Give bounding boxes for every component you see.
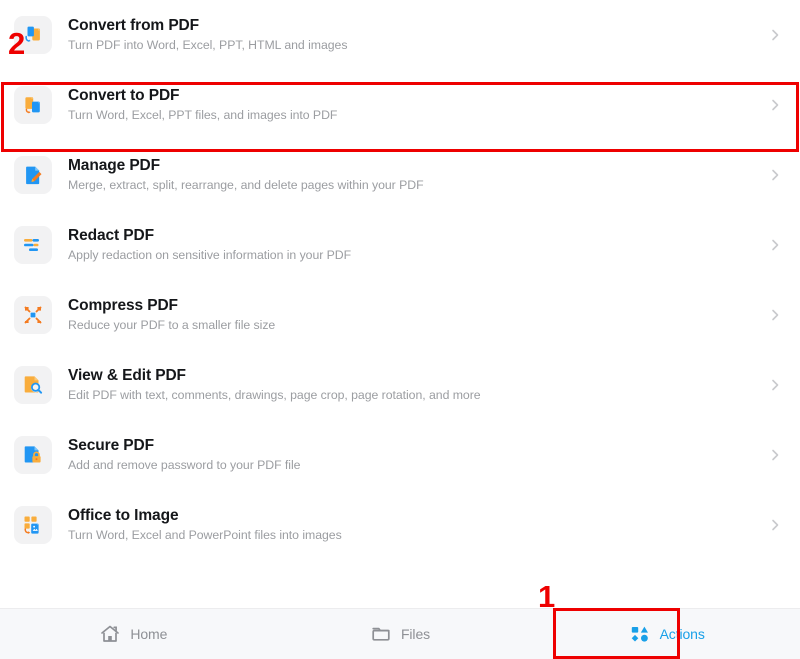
row-text: Secure PDF Add and remove password to yo… xyxy=(68,436,758,474)
action-row-manage-pdf[interactable]: Manage PDF Merge, extract, split, rearra… xyxy=(0,140,800,210)
action-subtitle: Turn Word, Excel, PPT files, and images … xyxy=(68,108,338,122)
action-title: Redact PDF xyxy=(68,227,154,244)
action-subtitle: Add and remove password to your PDF file xyxy=(68,458,301,472)
chevron-right-icon[interactable] xyxy=(768,168,782,182)
action-subtitle: Merge, extract, split, rearrange, and de… xyxy=(68,178,424,192)
chevron-right-icon[interactable] xyxy=(768,28,782,42)
row-text: Manage PDF Merge, extract, split, rearra… xyxy=(68,156,758,194)
chevron-right-icon[interactable] xyxy=(768,378,782,392)
chevron-right-icon[interactable] xyxy=(768,448,782,462)
action-title: Compress PDF xyxy=(68,297,178,314)
redact-pdf-icon xyxy=(14,226,52,264)
shapes-icon xyxy=(629,623,651,645)
action-title: Convert to PDF xyxy=(68,87,180,104)
action-title: View & Edit PDF xyxy=(68,367,186,384)
manage-pdf-icon xyxy=(14,156,52,194)
action-title: Office to Image xyxy=(68,507,179,524)
app-screen: Convert from PDF Turn PDF into Word, Exc… xyxy=(0,0,800,659)
action-list: Convert from PDF Turn PDF into Word, Exc… xyxy=(0,0,800,608)
action-subtitle: Edit PDF with text, comments, drawings, … xyxy=(68,388,481,402)
tab-home[interactable]: Home xyxy=(0,609,267,659)
action-row-view-edit-pdf[interactable]: View & Edit PDF Edit PDF with text, comm… xyxy=(0,350,800,420)
tab-actions[interactable]: Actions xyxy=(533,609,800,659)
office-to-image-icon xyxy=(14,506,52,544)
secure-pdf-icon xyxy=(14,436,52,474)
chevron-right-icon[interactable] xyxy=(768,518,782,532)
action-title: Convert from PDF xyxy=(68,17,200,34)
action-row-office-to-image[interactable]: Office to Image Turn Word, Excel and Pow… xyxy=(0,490,800,560)
bottom-tab-bar: Home Files Actions xyxy=(0,608,800,659)
action-row-convert-to-pdf[interactable]: Convert to PDF Turn Word, Excel, PPT fil… xyxy=(0,70,800,140)
row-text: Convert to PDF Turn Word, Excel, PPT fil… xyxy=(68,86,758,124)
action-row-convert-from-pdf[interactable]: Convert from PDF Turn PDF into Word, Exc… xyxy=(0,0,800,70)
action-subtitle: Apply redaction on sensitive information… xyxy=(68,248,352,262)
tab-label: Files xyxy=(400,626,431,642)
folder-icon xyxy=(370,623,392,645)
row-text: Convert from PDF Turn PDF into Word, Exc… xyxy=(68,16,758,54)
convert-to-pdf-icon xyxy=(14,86,52,124)
chevron-right-icon[interactable] xyxy=(768,98,782,112)
row-text: Office to Image Turn Word, Excel and Pow… xyxy=(68,506,758,544)
action-row-redact-pdf[interactable]: Redact PDF Apply redaction on sensitive … xyxy=(0,210,800,280)
tab-label: Actions xyxy=(659,626,705,642)
action-subtitle: Turn Word, Excel and PowerPoint files in… xyxy=(68,528,342,542)
action-row-compress-pdf[interactable]: Compress PDF Reduce your PDF to a smalle… xyxy=(0,280,800,350)
row-text: Compress PDF Reduce your PDF to a smalle… xyxy=(68,296,758,334)
home-icon xyxy=(99,623,121,645)
action-title: Manage PDF xyxy=(68,157,161,174)
row-text: View & Edit PDF Edit PDF with text, comm… xyxy=(68,366,758,404)
chevron-right-icon[interactable] xyxy=(768,238,782,252)
action-title: Secure PDF xyxy=(68,437,155,454)
action-subtitle: Turn PDF into Word, Excel, PPT, HTML and… xyxy=(68,38,348,52)
view-edit-pdf-icon xyxy=(14,366,52,404)
action-subtitle: Reduce your PDF to a smaller file size xyxy=(68,318,276,332)
action-row-secure-pdf[interactable]: Secure PDF Add and remove password to yo… xyxy=(0,420,800,490)
chevron-right-icon[interactable] xyxy=(768,308,782,322)
convert-from-pdf-icon xyxy=(14,16,52,54)
row-text: Redact PDF Apply redaction on sensitive … xyxy=(68,226,758,264)
compress-pdf-icon xyxy=(14,296,52,334)
tab-files[interactable]: Files xyxy=(267,609,534,659)
tab-label: Home xyxy=(130,626,168,642)
